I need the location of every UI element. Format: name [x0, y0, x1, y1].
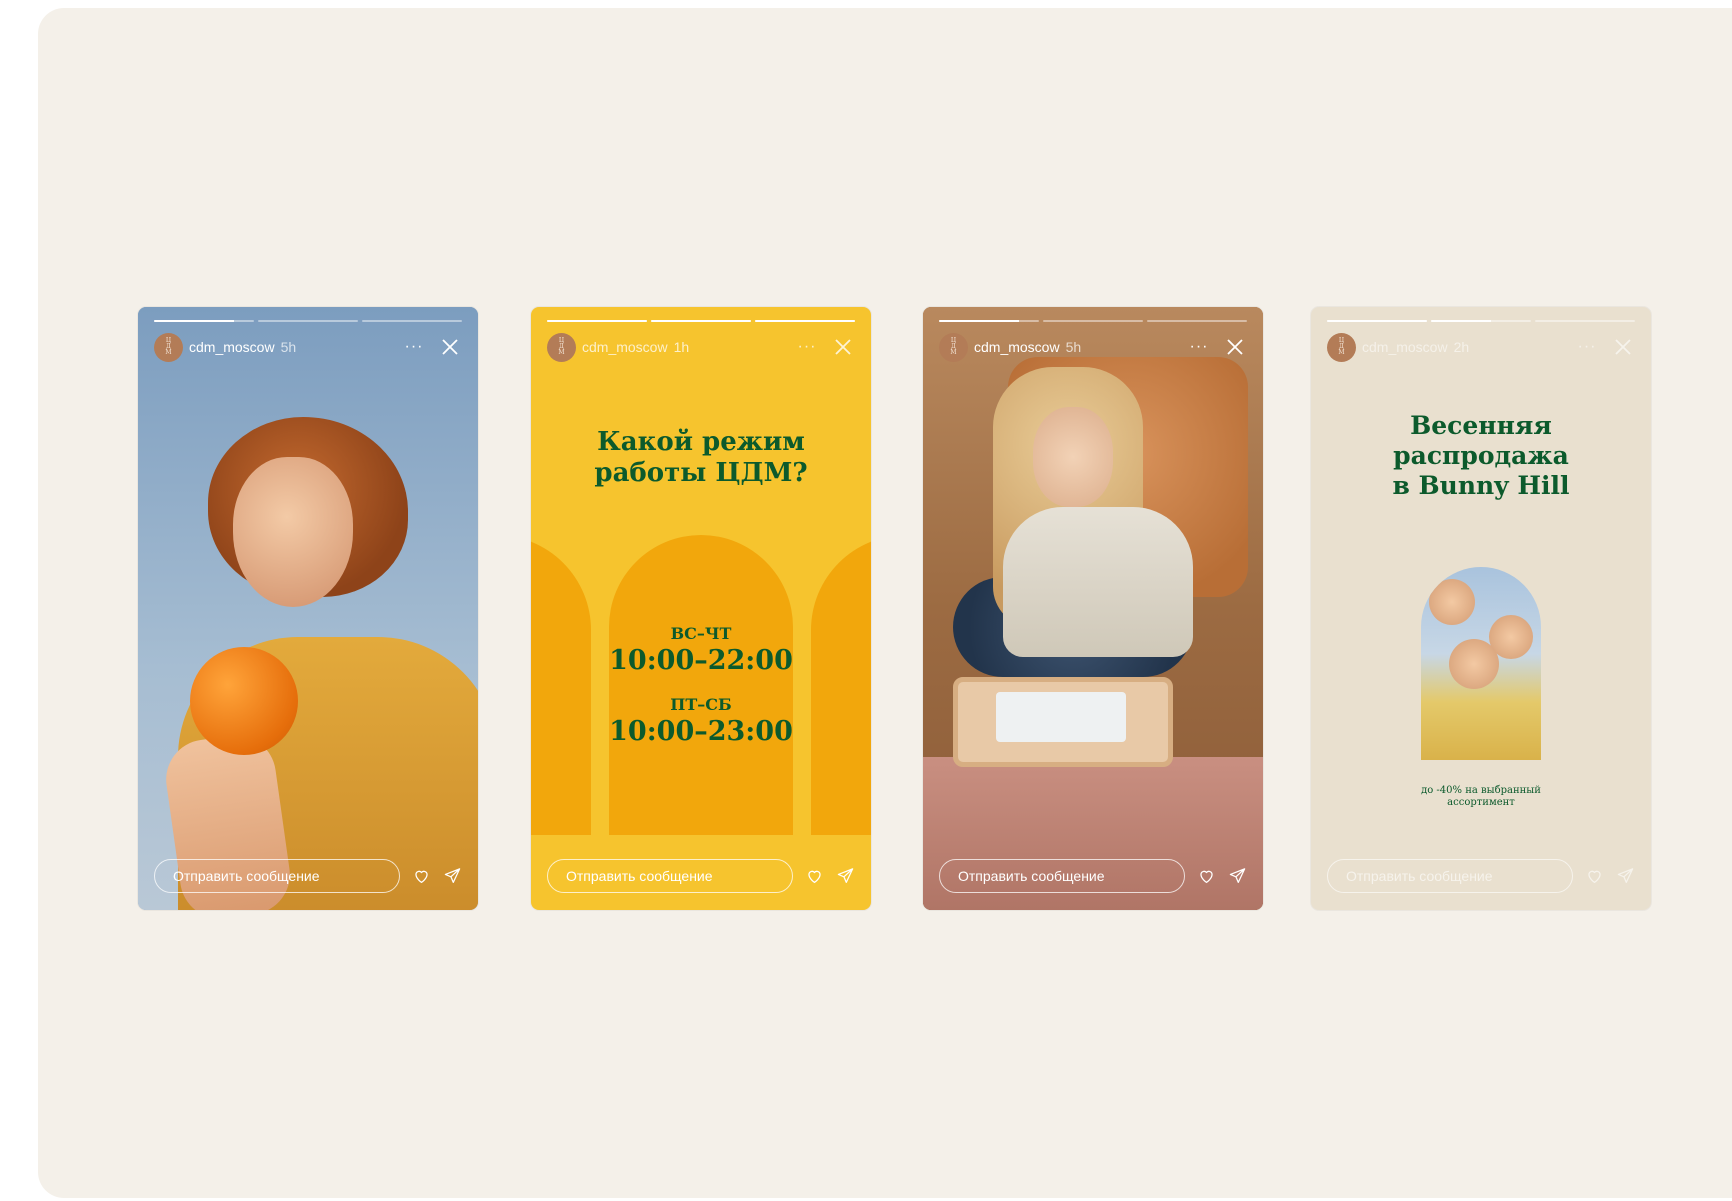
story-footer: Отправить сообщение — [154, 858, 462, 894]
arch-left — [531, 535, 591, 835]
arch-center — [609, 535, 793, 835]
story-footer: Отправить сообщение — [1327, 858, 1635, 894]
progress-fill — [1431, 320, 1491, 322]
post-time: 5h — [280, 339, 297, 355]
progress-segment — [651, 320, 751, 322]
progress-segment — [1043, 320, 1143, 322]
story-card-1[interactable]: Ц Д М cdm_moscow 5h ··· Отправить сообще… — [138, 307, 478, 910]
title-line: Весенняя — [1410, 411, 1552, 440]
story-progress-bar — [154, 320, 462, 323]
story-question-title: Какой режим работы ЦДМ? — [531, 427, 871, 489]
photo-face — [1033, 407, 1113, 507]
avatar[interactable]: Ц Д М — [939, 332, 968, 362]
progress-fill — [547, 320, 647, 322]
send-message-input[interactable]: Отправить сообщение — [939, 859, 1185, 893]
progress-segment — [1431, 320, 1531, 322]
close-icon[interactable] — [438, 335, 462, 359]
story-header: Ц Д М cdm_moscow 5h ··· — [939, 332, 1247, 362]
avatar[interactable]: Ц Д М — [1327, 332, 1356, 362]
heart-icon[interactable] — [1585, 865, 1604, 887]
close-icon[interactable] — [1611, 335, 1635, 359]
photo-board-screen — [996, 692, 1126, 742]
username[interactable]: cdm_moscow — [582, 339, 668, 355]
hours-block-2: ПТ–СБ 10:00–23:00 — [531, 695, 871, 747]
story-header: Ц Д М cdm_moscow 5h ··· — [154, 332, 462, 362]
title-line: в Bunny Hill — [1392, 471, 1570, 500]
arch-right — [811, 535, 871, 835]
progress-fill — [939, 320, 1019, 322]
story-header: Ц Д М cdm_moscow 1h ··· — [547, 332, 855, 362]
hours-days: ВС–ЧТ — [670, 624, 732, 643]
hours-time: 10:00–22:00 — [609, 645, 793, 676]
username[interactable]: cdm_moscow — [189, 339, 275, 355]
heart-icon[interactable] — [1197, 865, 1216, 887]
photo-kid-face — [1449, 639, 1499, 689]
progress-fill — [755, 320, 855, 322]
hours-days: ПТ–СБ — [670, 695, 732, 714]
username[interactable]: cdm_moscow — [1362, 339, 1448, 355]
story-progress-bar — [939, 320, 1247, 323]
story-card-2[interactable]: Какой режим работы ЦДМ? ВС–ЧТ 10:00–22:0… — [531, 307, 871, 910]
progress-segment — [1327, 320, 1427, 322]
post-time: 1h — [673, 339, 690, 355]
progress-fill — [651, 320, 751, 322]
progress-fill — [154, 320, 234, 322]
more-options-icon[interactable]: ··· — [402, 338, 426, 356]
progress-segment — [362, 320, 462, 322]
send-message-input[interactable]: Отправить сообщение — [154, 859, 400, 893]
progress-fill — [1327, 320, 1427, 322]
progress-segment — [258, 320, 358, 322]
title-line: Какой режим — [597, 427, 805, 457]
heart-icon[interactable] — [805, 865, 824, 887]
post-time: 5h — [1065, 339, 1082, 355]
sale-note: до -40% на выбранный ассортимент — [1311, 785, 1651, 809]
sale-title: Весенняя распродажа в Bunny Hill — [1311, 411, 1651, 501]
photo-kid-face — [1429, 579, 1475, 625]
more-options-icon[interactable]: ··· — [795, 338, 819, 356]
progress-segment — [154, 320, 254, 322]
title-line: распродажа — [1393, 441, 1569, 470]
photo-sweater — [1003, 507, 1193, 657]
avatar[interactable]: Ц Д М — [547, 332, 576, 362]
progress-segment — [755, 320, 855, 322]
send-message-input[interactable]: Отправить сообщение — [1327, 859, 1573, 893]
story-footer: Отправить сообщение — [939, 858, 1247, 894]
photo-drawing-board — [953, 677, 1173, 767]
close-icon[interactable] — [831, 335, 855, 359]
send-message-input[interactable]: Отправить сообщение — [547, 859, 793, 893]
send-icon[interactable] — [836, 865, 855, 887]
photo-orange — [190, 647, 298, 755]
more-options-icon[interactable]: ··· — [1187, 338, 1211, 356]
story-card-3[interactable]: Ц Д М cdm_moscow 5h ··· Отправить сообще… — [923, 307, 1263, 910]
title-line: работы ЦДМ? — [594, 458, 808, 488]
progress-segment — [1147, 320, 1247, 322]
progress-segment — [939, 320, 1039, 322]
avatar[interactable]: Ц Д М — [154, 332, 183, 362]
hours-block-1: ВС–ЧТ 10:00–22:00 — [531, 624, 871, 676]
story-progress-bar — [1327, 320, 1635, 323]
send-icon[interactable] — [1616, 865, 1635, 887]
heart-icon[interactable] — [412, 865, 431, 887]
hours-time: 10:00–23:00 — [609, 716, 793, 747]
progress-segment — [547, 320, 647, 322]
post-time: 2h — [1453, 339, 1470, 355]
arch-photo-kids — [1421, 567, 1541, 760]
note-line: ассортимент — [1447, 797, 1515, 808]
send-icon[interactable] — [443, 865, 462, 887]
story-card-4[interactable]: Весенняя распродажа в Bunny Hill до -40%… — [1311, 307, 1651, 910]
send-icon[interactable] — [1228, 865, 1247, 887]
story-progress-bar — [547, 320, 855, 323]
story-header: Ц Д М cdm_moscow 2h ··· — [1327, 332, 1635, 362]
progress-segment — [1535, 320, 1635, 322]
note-line: до -40% на выбранный — [1421, 785, 1541, 796]
username[interactable]: cdm_moscow — [974, 339, 1060, 355]
more-options-icon[interactable]: ··· — [1575, 338, 1599, 356]
photo-face — [233, 457, 353, 607]
close-icon[interactable] — [1223, 335, 1247, 359]
story-footer: Отправить сообщение — [547, 858, 855, 894]
